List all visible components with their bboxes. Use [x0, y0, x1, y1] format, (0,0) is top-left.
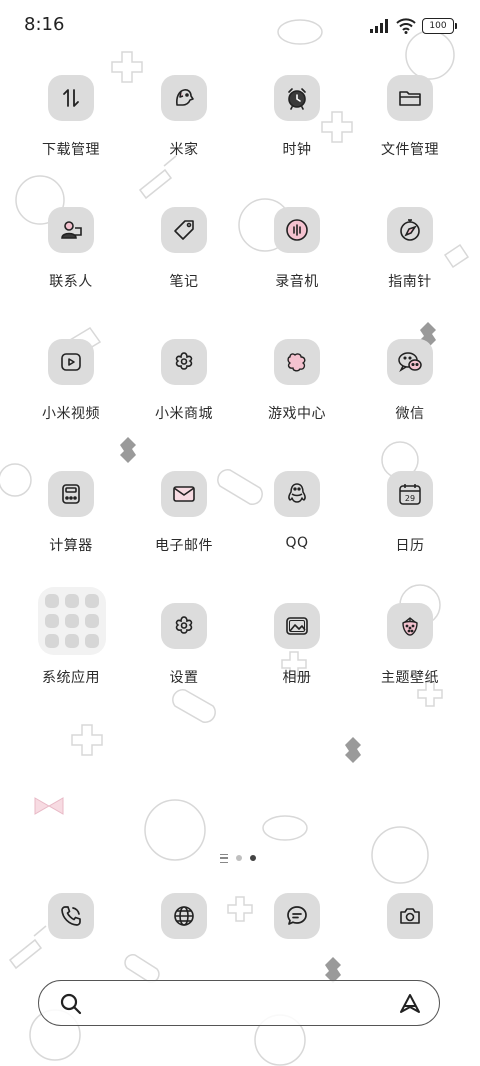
- battery-indicator: 100: [422, 18, 457, 34]
- game-puzzle-icon: [274, 339, 320, 385]
- app-contacts[interactable]: 联系人: [16, 207, 126, 317]
- wifi-icon: [396, 18, 416, 34]
- app-label: 微信: [395, 406, 425, 422]
- page-dot: [236, 855, 242, 861]
- app-gallery[interactable]: 相册: [242, 603, 352, 713]
- contact-person-icon: [48, 207, 94, 253]
- app-themes[interactable]: 主题壁纸: [355, 603, 465, 713]
- app-system-apps-folder[interactable]: 系统应用: [16, 587, 126, 713]
- alarm-clock-icon: [274, 75, 320, 121]
- app-row: 联系人 笔记 录音机 指南针: [0, 207, 480, 317]
- app-label: 联系人: [49, 274, 93, 290]
- app-compass[interactable]: 指南针: [355, 207, 465, 317]
- dock: [0, 893, 480, 939]
- folder-group-icon: [38, 587, 106, 655]
- app-label: 时钟: [282, 142, 312, 158]
- strawberry-theme-icon: [387, 603, 433, 649]
- video-play-icon: [48, 339, 94, 385]
- app-label: 小米视频: [42, 406, 100, 422]
- app-label: 相册: [282, 670, 312, 686]
- app-row: 计算器 电子邮件 QQ 29 日历: [0, 471, 480, 581]
- app-game-center[interactable]: 游戏中心: [242, 339, 352, 449]
- app-file-manager[interactable]: 文件管理: [355, 75, 465, 185]
- status-bar: 8:16 100: [0, 0, 480, 52]
- app-calendar[interactable]: 29 日历: [355, 471, 465, 581]
- app-label: 指南针: [388, 274, 432, 290]
- search-icon[interactable]: [59, 992, 83, 1016]
- page-indicator[interactable]: [220, 853, 264, 863]
- download-arrows-icon: [48, 75, 94, 121]
- app-label: 电子邮件: [155, 538, 213, 554]
- app-label: 米家: [169, 142, 199, 158]
- app-label: 文件管理: [381, 142, 439, 158]
- assistant-icon[interactable]: [397, 992, 423, 1016]
- phone-icon[interactable]: [48, 893, 94, 939]
- app-settings[interactable]: 设置: [129, 603, 239, 713]
- app-label: 游戏中心: [268, 406, 326, 422]
- app-wechat[interactable]: 微信: [355, 339, 465, 449]
- app-label: 计算器: [49, 538, 93, 554]
- app-email[interactable]: 电子邮件: [129, 471, 239, 581]
- recorder-icon: [274, 207, 320, 253]
- photo-gallery-icon: [274, 603, 320, 649]
- app-row: 小米视频 小米商城 游戏中心 微信: [0, 339, 480, 449]
- search-bar[interactable]: [38, 980, 440, 1026]
- app-notes[interactable]: 笔记: [129, 207, 239, 317]
- app-label: 笔记: [169, 274, 199, 290]
- tag-icon: [161, 207, 207, 253]
- calculator-icon: [48, 471, 94, 517]
- app-clock[interactable]: 时钟: [242, 75, 352, 185]
- wechat-icon: [387, 339, 433, 385]
- app-mijia[interactable]: 米家: [129, 75, 239, 185]
- qq-penguin-icon: [274, 471, 320, 517]
- app-row: 系统应用 设置 相册 主题壁纸: [0, 587, 480, 713]
- app-label: 设置: [169, 670, 199, 686]
- app-download-manager[interactable]: 下载管理: [16, 75, 126, 185]
- status-icons: 100: [370, 16, 457, 36]
- camera-icon[interactable]: [387, 893, 433, 939]
- flower-shop-icon: [161, 339, 207, 385]
- app-row: 下载管理 米家 时钟 文件管理: [0, 75, 480, 185]
- page-dot-active: [250, 855, 256, 861]
- mijia-dog-icon: [161, 75, 207, 121]
- app-label: 主题壁纸: [381, 670, 439, 686]
- signal-icon: [370, 19, 388, 33]
- app-calculator[interactable]: 计算器: [16, 471, 126, 581]
- app-label: 日历: [395, 538, 425, 554]
- app-label: QQ: [285, 535, 309, 551]
- compass-icon: [387, 207, 433, 253]
- mail-icon: [161, 471, 207, 517]
- app-mi-video[interactable]: 小米视频: [16, 339, 126, 449]
- app-label: 小米商城: [155, 406, 213, 422]
- messages-icon[interactable]: [274, 893, 320, 939]
- status-time: 8:16: [24, 14, 65, 35]
- app-label: 下载管理: [42, 142, 100, 158]
- page-indicator-menu-icon: [220, 853, 228, 863]
- app-mi-store[interactable]: 小米商城: [129, 339, 239, 449]
- folder-icon: [387, 75, 433, 121]
- app-recorder[interactable]: 录音机: [242, 207, 352, 317]
- browser-globe-icon[interactable]: [161, 893, 207, 939]
- settings-flower-icon: [161, 603, 207, 649]
- app-label: 系统应用: [42, 670, 100, 686]
- app-label: 录音机: [275, 274, 319, 290]
- calendar-icon: 29: [387, 471, 433, 517]
- calendar-day: 29: [405, 494, 415, 503]
- app-qq[interactable]: QQ: [242, 471, 352, 581]
